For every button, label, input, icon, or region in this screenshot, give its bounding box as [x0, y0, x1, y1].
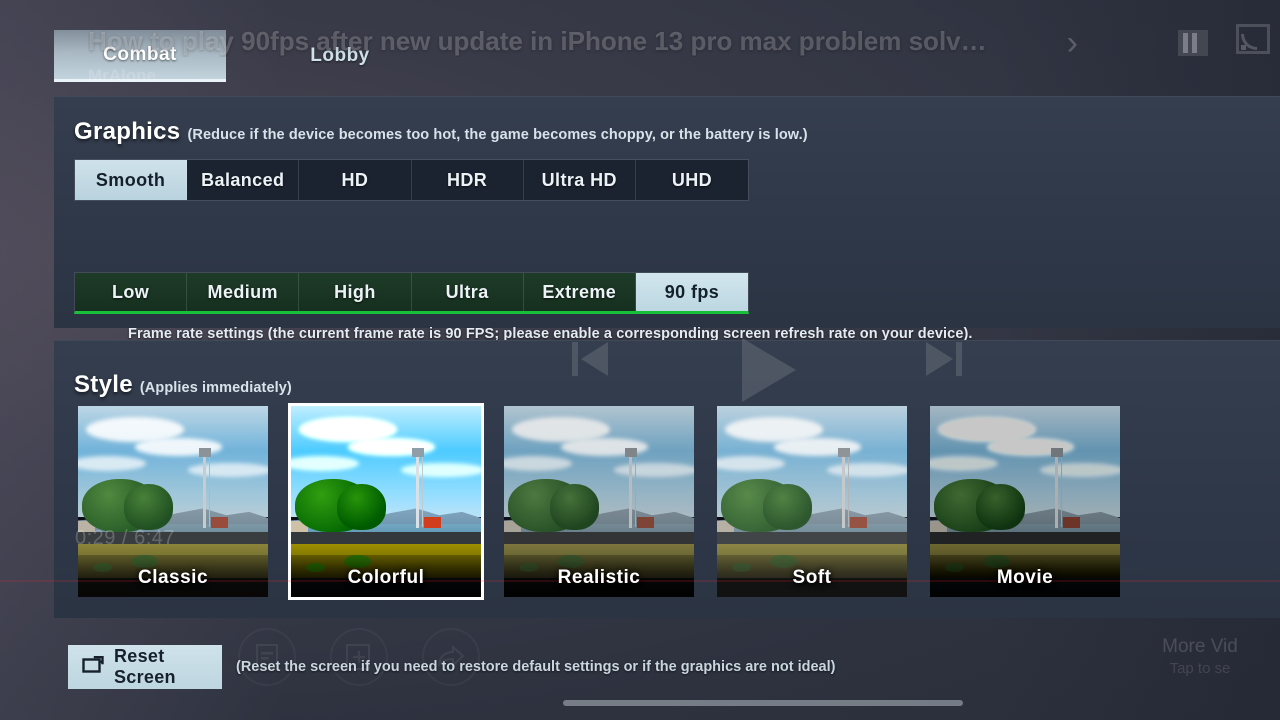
settings-tabbar: Combat Lobby	[54, 30, 1280, 84]
tab-combat[interactable]: Combat	[54, 30, 226, 82]
graphics-heading: Graphics (Reduce if the device becomes t…	[74, 118, 808, 146]
fps-option-medium[interactable]: Medium	[187, 273, 300, 311]
reset-row: Reset Screen (Reset the screen if you ne…	[68, 645, 835, 689]
style-note: (Applies immediately)	[139, 380, 292, 396]
style-option-movie[interactable]: Movie	[930, 406, 1120, 597]
selection-corner-tr-icon	[473, 406, 481, 414]
style-option-soft[interactable]: Soft	[717, 406, 907, 597]
tab-lobby[interactable]: Lobby	[254, 30, 426, 82]
frame-rate-selector[interactable]: Low Medium High Ultra Extreme 90 fps	[74, 272, 749, 314]
graphics-option-hd[interactable]: HD	[299, 160, 412, 200]
graphics-option-hdr[interactable]: HDR	[411, 160, 524, 200]
selection-corner-br-icon	[473, 589, 481, 597]
graphics-option-ultra-hd[interactable]: Ultra HD	[523, 160, 636, 200]
style-label-realistic: Realistic	[557, 567, 641, 588]
fps-option-extreme[interactable]: Extreme	[523, 273, 636, 311]
tab-lobby-label: Lobby	[310, 45, 370, 66]
reset-screen-label: Reset Screen	[114, 646, 176, 687]
style-label-colorful: Colorful	[347, 567, 425, 588]
fps-option-90fps[interactable]: 90 fps	[635, 273, 749, 311]
style-option-colorful[interactable]: Colorful	[288, 403, 484, 600]
selection-corner-tl-icon	[291, 406, 299, 414]
selection-corner-bl-icon	[291, 589, 299, 597]
graphics-title: Graphics	[74, 118, 181, 145]
style-label-soft: Soft	[792, 567, 832, 588]
graphics-option-uhd[interactable]: UHD	[635, 160, 749, 200]
style-option-realistic[interactable]: Realistic	[504, 406, 694, 597]
tab-combat-label: Combat	[103, 43, 177, 65]
game-settings-screen: Combat Lobby Graphics (Reduce if the dev…	[0, 0, 1280, 720]
style-label-movie: Movie	[996, 567, 1054, 588]
reset-screen-button[interactable]: Reset Screen	[68, 645, 222, 689]
style-label-classic: Classic	[137, 567, 209, 588]
style-option-classic[interactable]: Classic	[78, 406, 268, 597]
fps-option-ultra[interactable]: Ultra	[411, 273, 524, 311]
reset-screen-note: (Reset the screen if you need to restore…	[236, 659, 836, 675]
graphics-option-balanced[interactable]: Balanced	[187, 160, 300, 200]
fps-option-high[interactable]: High	[299, 273, 412, 311]
graphics-note: (Reduce if the device becomes too hot, t…	[187, 127, 808, 143]
style-thumbnail-list: Classic Colorful Realistic Soft Movie	[78, 403, 1120, 600]
style-title: Style	[74, 371, 133, 398]
graphics-quality-selector[interactable]: Smooth Balanced HD HDR Ultra HD UHD	[74, 159, 749, 201]
reset-screen-icon	[82, 655, 104, 678]
style-heading: Style (Applies immediately)	[74, 371, 292, 399]
fps-option-low[interactable]: Low	[75, 273, 188, 311]
graphics-option-smooth[interactable]: Smooth	[75, 160, 188, 200]
